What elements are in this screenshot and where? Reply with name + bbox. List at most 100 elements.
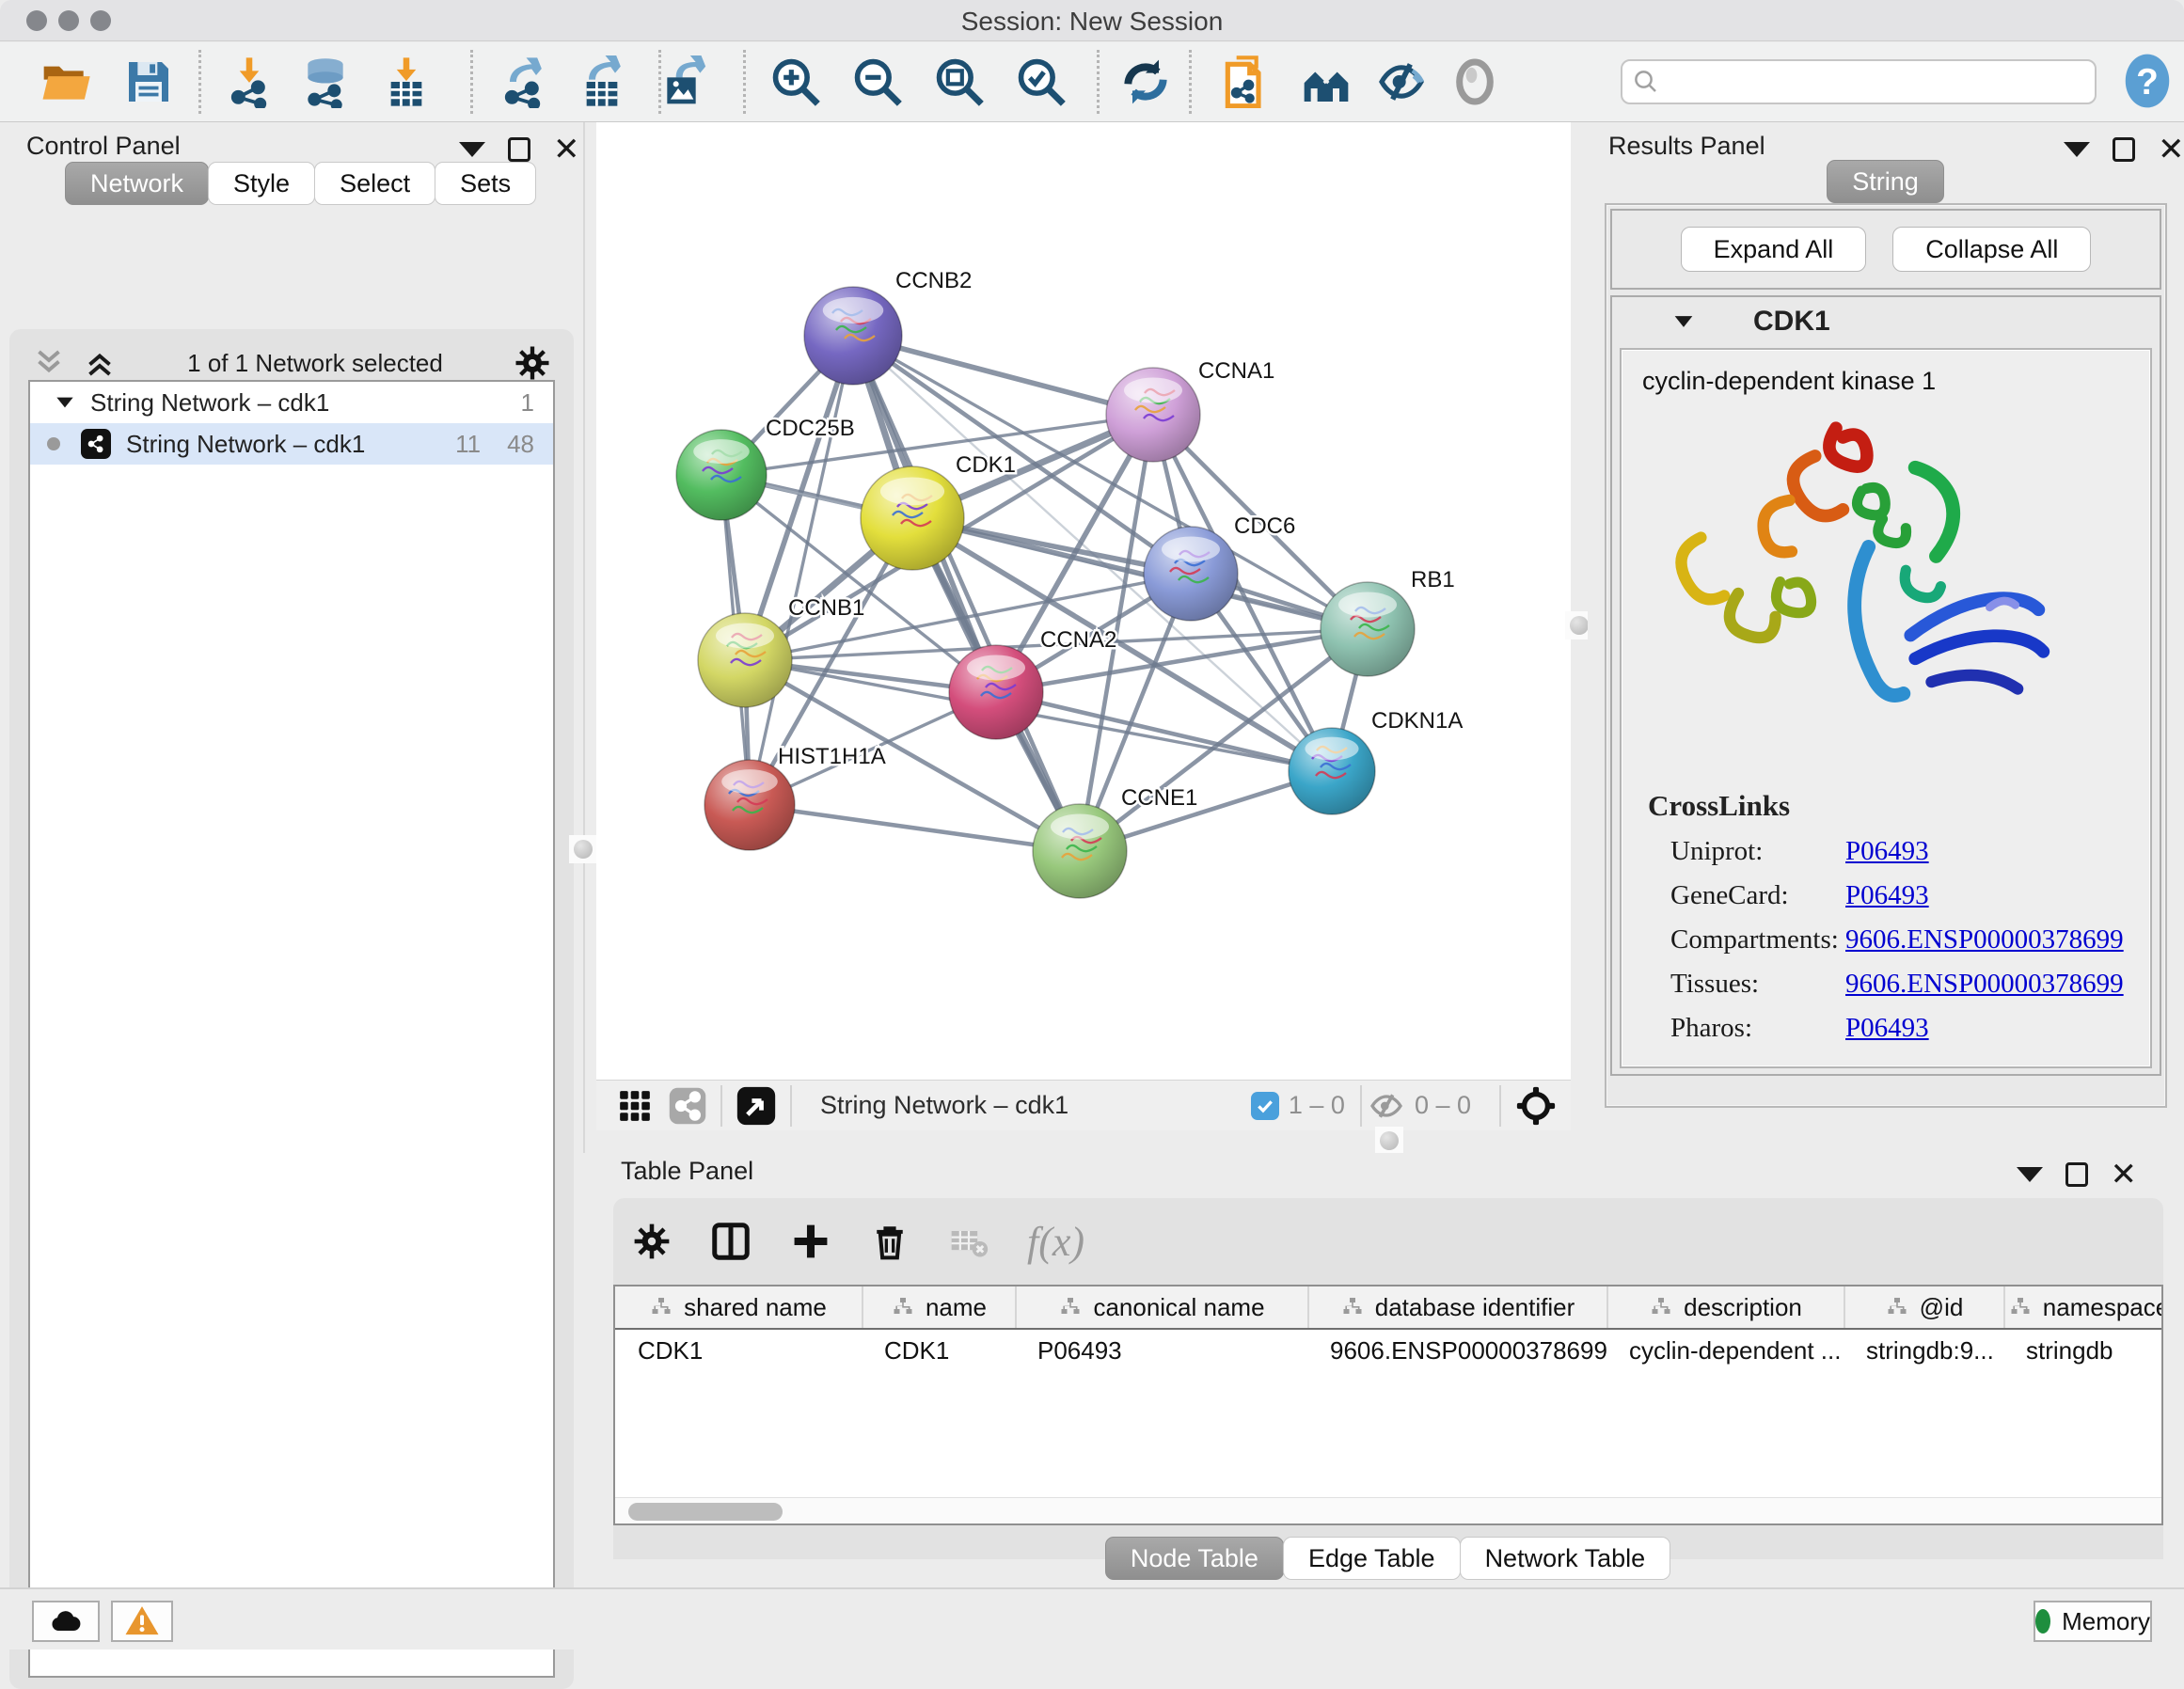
zoom-selected-icon[interactable]	[1015, 55, 1068, 108]
tab-string[interactable]: String	[1827, 160, 1944, 203]
tab-select[interactable]: Select	[314, 162, 435, 205]
column-header-namespace[interactable]: namespace	[2003, 1286, 2163, 1328]
tree-collapse-icon[interactable]	[53, 390, 77, 415]
tab-node-table[interactable]: Node Table	[1105, 1537, 1284, 1580]
node-CCNB2[interactable]	[804, 287, 902, 385]
fit-selected-crosshair-icon[interactable]	[1514, 1084, 1558, 1128]
network-options-gear-icon[interactable]	[514, 344, 551, 382]
panel-menu-icon[interactable]	[459, 142, 485, 157]
crosslink-link[interactable]: P06493	[1845, 836, 1929, 867]
refresh-layout-icon[interactable]	[1119, 55, 1172, 108]
memory-button[interactable]: Memory	[2034, 1601, 2152, 1642]
export-image-icon[interactable]	[658, 55, 711, 108]
edge-CCNB2-HIST1H1A[interactable]	[750, 336, 853, 805]
column-header-@id[interactable]: @id	[1844, 1286, 2003, 1328]
delete-column-icon[interactable]	[869, 1221, 910, 1262]
node-CCNA2[interactable]	[949, 645, 1043, 739]
panel-float-icon[interactable]	[2113, 137, 2135, 162]
birdseye-view-icon[interactable]	[736, 1085, 777, 1127]
node-entry-header[interactable]: CDK1	[1612, 297, 2160, 346]
network-label: String Network – cdk1	[126, 430, 365, 459]
node-CDC6[interactable]	[1144, 527, 1238, 621]
export-network-icon[interactable]	[497, 55, 549, 108]
panel-close-icon[interactable]: ✕	[2111, 1162, 2138, 1187]
export-table-icon[interactable]	[576, 55, 628, 108]
hide-selected-icon[interactable]	[1375, 55, 1428, 108]
table-row[interactable]: CDK1CDK1P064939606.ENSP00000378699cyclin…	[615, 1330, 2161, 1371]
node-CCNA1[interactable]	[1106, 368, 1200, 462]
node-HIST1H1A[interactable]	[704, 760, 795, 850]
table-options-gear-icon[interactable]	[632, 1222, 672, 1261]
search-input[interactable]	[1621, 59, 2097, 104]
zoom-in-icon[interactable]	[769, 55, 822, 108]
import-network-icon[interactable]	[223, 55, 276, 108]
table-cell[interactable]: cyclin-dependent ...	[1606, 1330, 1844, 1371]
create-column-icon[interactable]	[790, 1221, 831, 1262]
column-header-canonical-name[interactable]: canonical name	[1015, 1286, 1307, 1328]
node-CDC25B[interactable]	[676, 430, 767, 520]
grid-view-icon[interactable]	[617, 1088, 653, 1124]
tab-network[interactable]: Network	[65, 162, 209, 205]
node-label-HIST1H1A: HIST1H1A	[778, 744, 886, 769]
table-cell[interactable]: P06493	[1015, 1330, 1307, 1371]
network-tree-child-row[interactable]: String Network – cdk1 11 48	[30, 423, 553, 465]
home-icon[interactable]	[1300, 55, 1353, 108]
toolbar-separator	[743, 50, 746, 114]
table-cell[interactable]: 9606.ENSP00000378699	[1307, 1330, 1606, 1371]
edge-CDK1-RB1[interactable]	[912, 518, 1368, 629]
panel-close-icon[interactable]: ✕	[553, 137, 580, 162]
column-header-database-identifier[interactable]: database identifier	[1307, 1286, 1606, 1328]
expand-all-button[interactable]: Expand All	[1681, 227, 1867, 272]
horizontal-splitter-handle[interactable]	[1375, 1127, 1403, 1155]
show-columns-icon[interactable]	[709, 1220, 752, 1263]
cloud-status-button[interactable]	[32, 1601, 100, 1642]
show-all-icon[interactable]	[1448, 55, 1501, 108]
tab-network-table[interactable]: Network Table	[1460, 1537, 1671, 1580]
column-header-shared-name[interactable]: shared name	[615, 1286, 862, 1328]
save-session-icon[interactable]	[122, 55, 175, 108]
clone-network-icon[interactable]	[1219, 55, 1272, 108]
node-CDKN1A[interactable]	[1289, 728, 1375, 814]
tab-style[interactable]: Style	[208, 162, 315, 205]
column-header-description[interactable]: description	[1606, 1286, 1844, 1328]
string-view-icon[interactable]	[668, 1086, 707, 1126]
node-CCNE1[interactable]	[1033, 804, 1127, 898]
expand-all-icon[interactable]	[83, 346, 117, 380]
panel-float-icon[interactable]	[508, 137, 530, 162]
network-canvas[interactable]: CCNB2CCNA1CDC25BCDK1CDC6RB1CCNB1CCNA2CDK…	[596, 122, 1571, 1080]
table-horizontal-scrollbar[interactable]	[615, 1497, 2161, 1523]
tab-sets[interactable]: Sets	[435, 162, 536, 205]
zoom-fit-icon[interactable]	[933, 55, 986, 108]
column-header-name[interactable]: name	[862, 1286, 1015, 1328]
edge-HIST1H1A-CCNE1[interactable]	[750, 805, 1080, 851]
table-cell[interactable]: CDK1	[862, 1330, 1015, 1371]
warning-status-button[interactable]	[111, 1601, 173, 1642]
panel-menu-icon[interactable]	[2064, 142, 2090, 157]
panel-close-icon[interactable]: ✕	[2158, 137, 2184, 162]
node-RB1[interactable]	[1321, 582, 1415, 676]
open-session-icon[interactable]	[40, 55, 92, 108]
table-cell[interactable]: stringdb:9...	[1844, 1330, 2003, 1371]
scrollbar-thumb[interactable]	[628, 1503, 783, 1521]
entry-collapse-icon[interactable]	[1670, 308, 1697, 335]
node-CCNB1[interactable]	[698, 613, 792, 707]
collapse-all-icon[interactable]	[32, 346, 66, 380]
crosslink-link[interactable]: P06493	[1845, 1013, 1929, 1044]
import-table-icon[interactable]	[380, 55, 433, 108]
table-cell[interactable]: stringdb	[2003, 1330, 2163, 1371]
import-database-icon[interactable]	[299, 55, 352, 108]
crosslink-link[interactable]: 9606.ENSP00000378699	[1845, 924, 2124, 955]
node-CDK1[interactable]	[861, 466, 964, 570]
selected-count-checkbox[interactable]	[1251, 1092, 1279, 1120]
collapse-all-button[interactable]: Collapse All	[1892, 227, 2091, 272]
crosslink-link[interactable]: P06493	[1845, 880, 1929, 911]
help-icon[interactable]: ?	[2118, 52, 2176, 110]
zoom-out-icon[interactable]	[851, 55, 904, 108]
panel-menu-icon[interactable]	[2017, 1167, 2043, 1182]
network-tree-root-row[interactable]: String Network – cdk1 1	[30, 382, 553, 423]
panel-float-icon[interactable]	[2065, 1162, 2088, 1187]
crosslink-link[interactable]: 9606.ENSP00000378699	[1845, 969, 2124, 1000]
left-splitter-handle[interactable]	[569, 835, 597, 863]
tab-edge-table[interactable]: Edge Table	[1283, 1537, 1461, 1580]
table-cell[interactable]: CDK1	[615, 1330, 862, 1371]
